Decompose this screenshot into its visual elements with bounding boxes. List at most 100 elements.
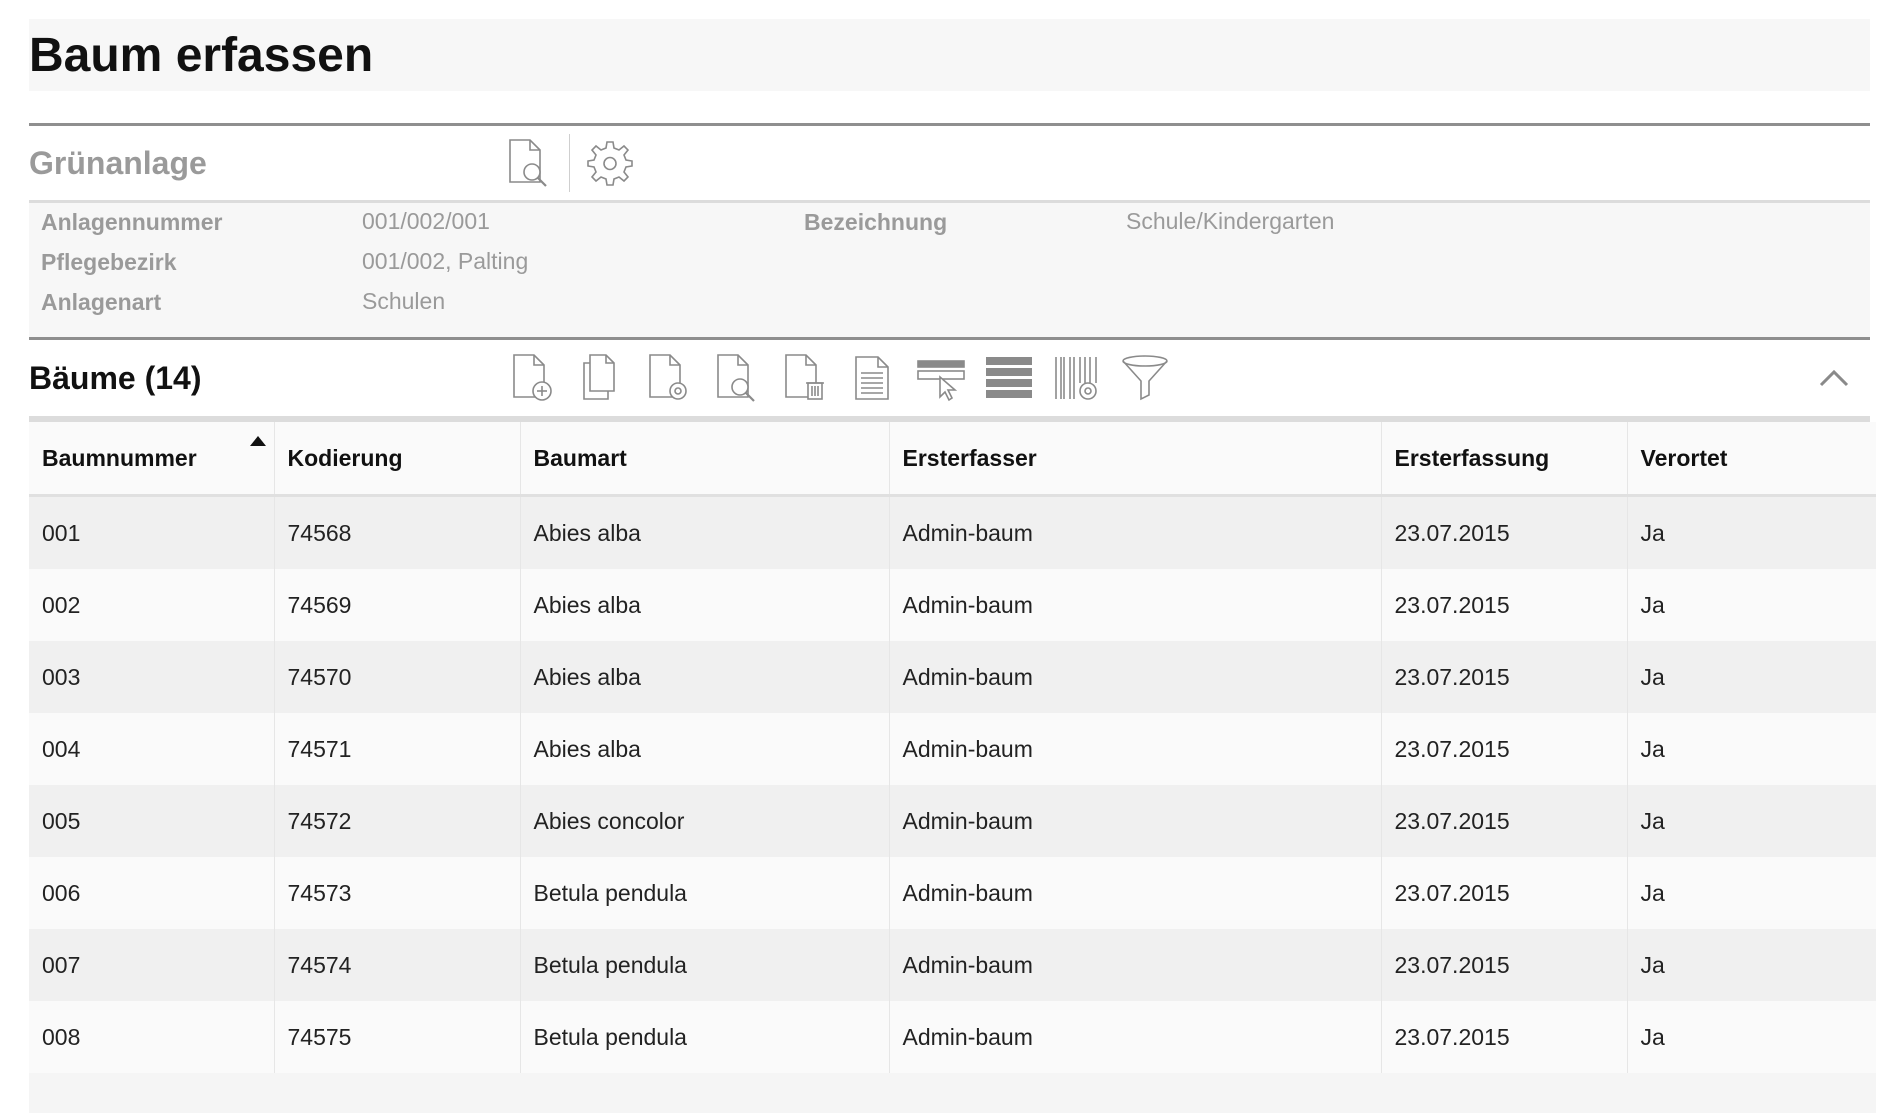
cell-ersterfassung: 23.07.2015	[1381, 1001, 1628, 1073]
select-rows-icon	[917, 360, 965, 402]
page-title: Baum erfassen	[29, 28, 374, 82]
gruenanlage-info: Anlagennummer 001/002/001 Pflegebezirk 0…	[29, 203, 1870, 340]
gruenanlage-details-button[interactable]	[499, 133, 559, 193]
cell-baumnummer: 004	[29, 713, 275, 785]
cell-baumnummer: 002	[29, 569, 275, 641]
sort-ascending-icon	[249, 436, 266, 446]
table-row[interactable]: 001 74568 Abies alba Admin-baum 23.07.20…	[29, 495, 1876, 569]
gruenanlage-settings-button[interactable]	[580, 133, 640, 193]
cell-baumart: Betula pendula	[520, 1001, 890, 1073]
table-row[interactable]: 004 74571 Abies alba Admin-baum 23.07.20…	[29, 713, 1876, 785]
column-header-baumart[interactable]: Baumart	[520, 422, 890, 497]
page: Baum erfassen Grünanlage Anlagennummer 0…	[29, 19, 1876, 1113]
baeume-table: Baumnummer Kodierung Baumart Ersterfasse…	[29, 422, 1876, 1073]
gruenanlage-header: Grünanlage	[29, 126, 1870, 203]
copy-tree-button[interactable]	[567, 348, 635, 408]
cell-ersterfassung: 23.07.2015	[1381, 713, 1628, 785]
column-header-label: Baumart	[533, 444, 627, 471]
filter-button[interactable]	[1111, 348, 1179, 408]
cell-verortet: Ja	[1627, 495, 1876, 569]
cell-verortet: Ja	[1627, 569, 1876, 641]
cell-ersterfasser: Admin-baum	[889, 569, 1382, 641]
cell-ersterfasser: Admin-baum	[889, 495, 1382, 569]
cell-kodierung: 74570	[274, 641, 521, 713]
list-view-button[interactable]	[975, 348, 1043, 408]
cell-ersterfasser: Admin-baum	[889, 929, 1382, 1001]
tree-report-button[interactable]	[839, 348, 907, 408]
cell-baumnummer: 006	[29, 857, 275, 929]
collapse-section-button[interactable]	[1810, 354, 1858, 402]
anlagenart-label: Anlagenart	[41, 289, 162, 315]
cell-baumart: Abies alba	[520, 569, 890, 641]
cell-ersterfassung: 23.07.2015	[1381, 785, 1628, 857]
list-view-icon	[986, 357, 1032, 398]
cell-kodierung: 74568	[274, 495, 521, 569]
chevron-up-icon	[1819, 369, 1849, 387]
baeume-toolbar	[499, 348, 1179, 408]
barcode-settings-button[interactable]	[1043, 348, 1111, 408]
table-row[interactable]: 006 74573 Betula pendula Admin-baum 23.0…	[29, 857, 1876, 929]
anlagenart-value: Schulen	[362, 288, 446, 314]
cell-ersterfasser: Admin-baum	[889, 641, 1382, 713]
table-row[interactable]: 002 74569 Abies alba Admin-baum 23.07.20…	[29, 569, 1876, 641]
cell-baumnummer: 005	[29, 785, 275, 857]
cell-baumnummer: 003	[29, 641, 275, 713]
table-row[interactable]: 008 74575 Betula pendula Admin-baum 23.0…	[29, 1001, 1876, 1073]
cell-ersterfasser: Admin-baum	[889, 1001, 1382, 1073]
cell-kodierung: 74572	[274, 785, 521, 857]
column-header-label: Baumnummer	[42, 444, 197, 471]
column-header-label: Ersterfasser	[902, 444, 1037, 471]
column-header-baumnummer[interactable]: Baumnummer	[29, 422, 275, 497]
delete-tree-button[interactable]	[771, 348, 839, 408]
cell-baumnummer: 001	[29, 495, 275, 569]
cell-verortet: Ja	[1627, 713, 1876, 785]
cell-kodierung: 74571	[274, 713, 521, 785]
column-header-verortet[interactable]: Verortet	[1627, 422, 1876, 497]
table-row[interactable]: 005 74572 Abies concolor Admin-baum 23.0…	[29, 785, 1876, 857]
anlagennummer-label: Anlagennummer	[41, 209, 223, 235]
cell-kodierung: 74575	[274, 1001, 521, 1073]
table-body: 001 74568 Abies alba Admin-baum 23.07.20…	[29, 495, 1876, 1073]
cell-ersterfassung: 23.07.2015	[1381, 857, 1628, 929]
cell-kodierung: 74574	[274, 929, 521, 1001]
bezeichnung-label: Bezeichnung	[804, 209, 948, 235]
bezeichnung-value: Schule/Kindergarten	[1126, 208, 1335, 234]
cell-kodierung: 74569	[274, 569, 521, 641]
cell-verortet: Ja	[1627, 1001, 1876, 1073]
cell-baumart: Betula pendula	[520, 857, 890, 929]
tree-settings-button[interactable]	[635, 348, 703, 408]
column-header-label: Verortet	[1640, 444, 1728, 471]
barcode-settings-icon	[1055, 357, 1097, 400]
cell-baumart: Abies alba	[520, 713, 890, 785]
gruenanlage-section: Grünanlage Anlagennummer 001/002/001 Pfl…	[29, 123, 1870, 340]
tree-details-button[interactable]	[703, 348, 771, 408]
cell-baumnummer: 007	[29, 929, 275, 1001]
table-row[interactable]: 003 74570 Abies alba Admin-baum 23.07.20…	[29, 641, 1876, 713]
cell-ersterfassung: 23.07.2015	[1381, 569, 1628, 641]
document-search-icon	[717, 354, 755, 402]
add-document-icon	[513, 354, 552, 401]
cell-kodierung: 74573	[274, 857, 521, 929]
gear-icon	[587, 141, 633, 186]
table-row[interactable]: 007 74574 Betula pendula Admin-baum 23.0…	[29, 929, 1876, 1001]
cell-ersterfassung: 23.07.2015	[1381, 929, 1628, 1001]
table-header-row: Baumnummer Kodierung Baumart Ersterfasse…	[29, 422, 1876, 497]
column-header-ersterfassung[interactable]: Ersterfassung	[1381, 422, 1628, 497]
cell-verortet: Ja	[1627, 929, 1876, 1001]
add-tree-button[interactable]	[499, 348, 567, 408]
cell-ersterfasser: Admin-baum	[889, 785, 1382, 857]
cell-ersterfassung: 23.07.2015	[1381, 495, 1628, 569]
select-rows-button[interactable]	[907, 348, 975, 408]
anlagennummer-value: 001/002/001	[362, 208, 490, 234]
cell-verortet: Ja	[1627, 785, 1876, 857]
title-bar: Baum erfassen	[29, 19, 1870, 91]
toolbar-separator	[569, 134, 570, 192]
baeume-title: Bäume (14)	[29, 359, 202, 396]
cell-verortet: Ja	[1627, 857, 1876, 929]
cell-ersterfasser: Admin-baum	[889, 713, 1382, 785]
column-header-kodierung[interactable]: Kodierung	[274, 422, 521, 497]
cell-baumart: Abies concolor	[520, 785, 890, 857]
copy-document-icon	[583, 354, 615, 400]
pflegebezirk-value: 001/002, Palting	[362, 248, 529, 274]
column-header-ersterfasser[interactable]: Ersterfasser	[889, 422, 1382, 497]
